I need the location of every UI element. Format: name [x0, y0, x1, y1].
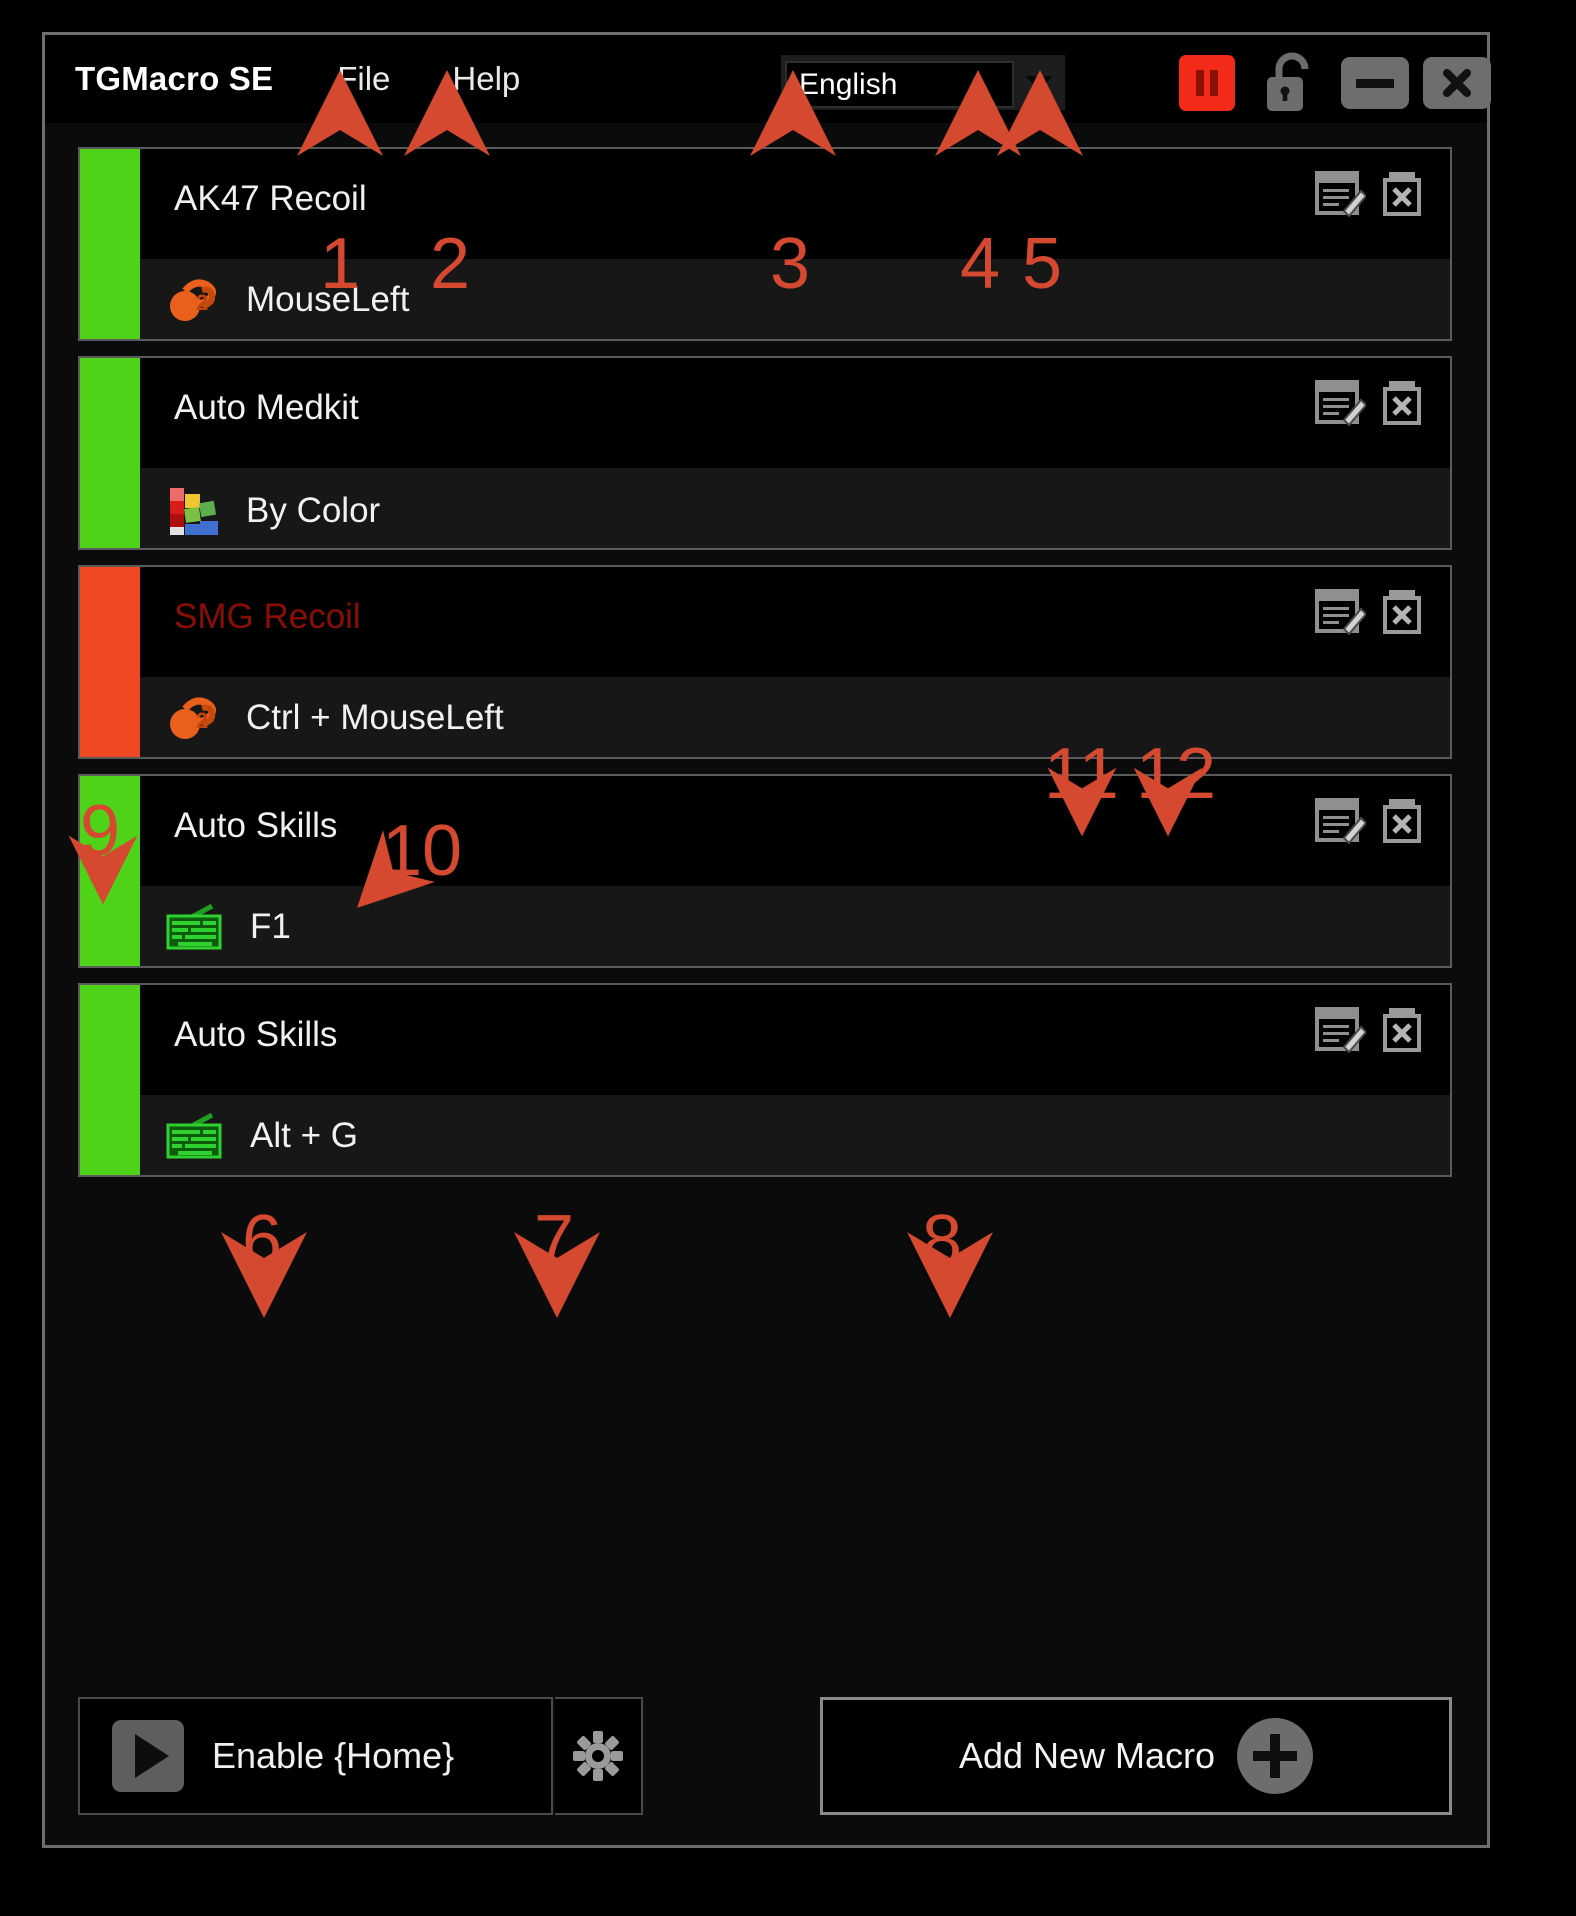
macro-card-trigger: 2 Ctrl + MouseLeft: [140, 677, 1450, 757]
chevron-down-icon[interactable]: [1014, 55, 1065, 110]
macro-name: Auto Medkit: [174, 388, 359, 427]
macro-edit-button[interactable]: [1314, 378, 1368, 427]
pause-icon[interactable]: [1179, 55, 1235, 111]
app-title: TGMacro SE: [75, 60, 274, 97]
language-value: English: [799, 67, 898, 101]
mouse-x2-icon: 2: [166, 695, 224, 741]
app-window-frame: TGMacro SE File Help English AK47 Recoil…: [0, 0, 1576, 1916]
macro-trigger-row: 2 Ctrl + MouseLeft: [166, 695, 504, 741]
macro-edit-button[interactable]: [1314, 1005, 1368, 1054]
macro-card-trigger: 2 MouseLeft: [140, 259, 1450, 339]
close-icon[interactable]: [1423, 57, 1491, 109]
trash-delete-icon: [1383, 590, 1421, 634]
macro-card[interactable]: Auto Medkit By Color: [78, 356, 1452, 550]
unlocked-padlock-icon[interactable]: [1261, 51, 1323, 115]
macro-card-header: SMG Recoil: [140, 567, 1450, 677]
edit-note-icon: [1315, 589, 1368, 636]
settings-button[interactable]: [555, 1697, 643, 1815]
mouse-x2-icon: 2: [166, 277, 224, 323]
macro-name: Auto Skills: [174, 1015, 338, 1054]
macro-delete-button[interactable]: [1378, 796, 1430, 844]
macro-status-indicator[interactable]: [80, 776, 140, 966]
macro-name: Auto Skills: [174, 806, 338, 845]
plus-circle-icon: [1237, 1718, 1314, 1794]
macro-edit-button[interactable]: [1314, 796, 1368, 845]
macro-status-indicator[interactable]: [80, 149, 140, 339]
macro-trigger-label: By Color: [246, 491, 381, 530]
macro-card-header: Auto Medkit: [140, 358, 1450, 468]
macro-delete-button[interactable]: [1378, 378, 1430, 426]
minimize-icon[interactable]: [1341, 57, 1409, 109]
macro-delete-button[interactable]: [1378, 1005, 1430, 1053]
gear-icon: [573, 1731, 623, 1781]
add-new-macro-label: Add New Macro: [958, 1735, 1216, 1776]
macro-card[interactable]: Auto Skills: [78, 774, 1452, 968]
macro-card[interactable]: AK47 Recoil 2 MouseLeft: [78, 147, 1452, 341]
macro-trigger-label: Alt + G: [250, 1116, 358, 1155]
macro-edit-button[interactable]: [1314, 169, 1368, 218]
play-icon: [112, 1720, 184, 1792]
macro-delete-button[interactable]: [1378, 169, 1430, 217]
svg-text:2: 2: [196, 290, 208, 315]
macro-trigger-label: F1: [250, 907, 291, 946]
add-new-macro-button[interactable]: Add New Macro: [820, 1697, 1452, 1815]
edit-note-icon: [1315, 1007, 1368, 1054]
macro-list: AK47 Recoil 2 MouseLeft Auto Medkit By C…: [78, 147, 1452, 1477]
macro-card-trigger: Alt + G: [140, 1095, 1450, 1175]
macro-status-indicator[interactable]: [80, 567, 140, 757]
macro-trigger-label: Ctrl + MouseLeft: [246, 698, 504, 737]
menu-file[interactable]: File: [337, 60, 390, 98]
svg-text:2: 2: [196, 708, 208, 733]
macro-trigger-row: By Color: [166, 486, 380, 536]
keyboard-icon: [166, 903, 228, 950]
macro-trigger-row: 2 MouseLeft: [166, 277, 409, 323]
color-palette-icon: [166, 486, 224, 536]
macro-trigger-label: MouseLeft: [246, 280, 410, 319]
padlock-svg: [1267, 52, 1309, 111]
macro-edit-button[interactable]: [1314, 587, 1368, 636]
macro-card-header: Auto Skills: [140, 776, 1450, 886]
language-value-box[interactable]: English: [785, 61, 1014, 108]
trash-delete-icon: [1383, 1008, 1421, 1052]
menu-help[interactable]: Help: [452, 60, 520, 98]
macro-name: SMG Recoil: [174, 597, 361, 636]
language-selector[interactable]: English: [781, 55, 1065, 110]
macro-card-header: AK47 Recoil: [140, 149, 1450, 259]
enable-button[interactable]: Enable {Home}: [78, 1697, 553, 1815]
trash-delete-icon: [1383, 381, 1421, 425]
macro-card-trigger: F1: [140, 886, 1450, 966]
macro-delete-button[interactable]: [1378, 587, 1430, 635]
keyboard-icon: [166, 1112, 228, 1159]
macro-card-header: Auto Skills: [140, 985, 1450, 1095]
macro-trigger-row: F1: [166, 903, 291, 950]
bottom-toolbar: Enable {Home} Add New Macro: [78, 1697, 1452, 1815]
trash-delete-icon: [1383, 799, 1421, 843]
macro-name: AK47 Recoil: [174, 179, 367, 218]
enable-button-label: Enable {Home}: [212, 1735, 455, 1776]
macro-card[interactable]: SMG Recoil 2 Ctrl + MouseLeft: [78, 565, 1452, 759]
macro-status-indicator[interactable]: [80, 358, 140, 548]
close-x-svg: [1443, 69, 1471, 97]
macro-card[interactable]: Auto Skills: [78, 983, 1452, 1177]
macro-status-indicator[interactable]: [80, 985, 140, 1175]
trash-delete-icon: [1383, 172, 1421, 216]
edit-note-icon: [1315, 798, 1368, 845]
macro-card-trigger: By Color: [140, 468, 1450, 548]
title-bar: TGMacro SE File Help English: [45, 35, 1491, 123]
edit-note-icon: [1315, 380, 1368, 427]
edit-note-icon: [1315, 171, 1368, 218]
tgmacro-window: TGMacro SE File Help English AK47 Recoil…: [42, 32, 1491, 1848]
macro-trigger-row: Alt + G: [166, 1112, 358, 1159]
